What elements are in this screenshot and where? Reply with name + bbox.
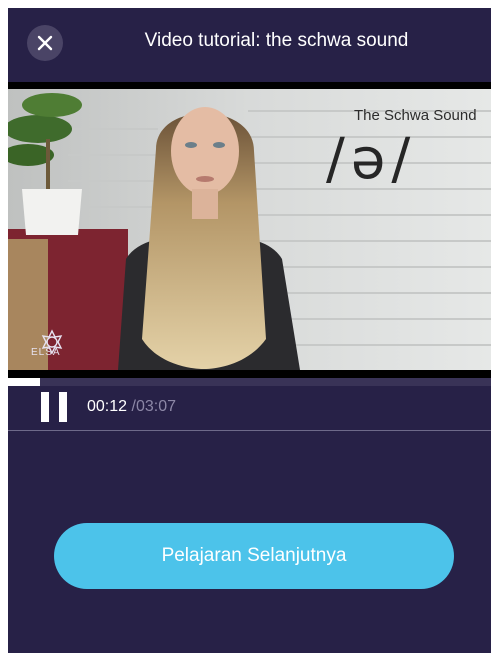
video-overlay-title: The Schwa Sound [354, 107, 477, 124]
playback-time: 00:12 /03:07 [87, 398, 176, 416]
current-time: 00:12 [87, 398, 128, 415]
total-time: /03:07 [131, 398, 176, 415]
video-progress-fill [8, 378, 40, 386]
video-player[interactable]: The Schwa Sound /ə/ ELSA [8, 82, 491, 378]
video-scene [8, 89, 491, 370]
elsa-watermark: ELSA [31, 347, 61, 358]
video-progress-bar[interactable] [8, 378, 491, 386]
app-screen: Video tutorial: the schwa sound The Schw… [8, 8, 491, 653]
video-overlay-ipa: /ə/ [326, 127, 417, 192]
header: Video tutorial: the schwa sound [8, 8, 491, 82]
page-title: Video tutorial: the schwa sound [144, 30, 409, 51]
pause-button[interactable] [41, 392, 69, 422]
close-button[interactable] [27, 25, 63, 61]
playback-controls: 00:12 /03:07 [8, 386, 491, 430]
next-lesson-button[interactable]: Pelajaran Selanjutnya [54, 523, 454, 589]
video-frame: The Schwa Sound /ə/ ELSA [8, 89, 491, 370]
divider [8, 430, 491, 431]
close-icon [37, 35, 53, 51]
